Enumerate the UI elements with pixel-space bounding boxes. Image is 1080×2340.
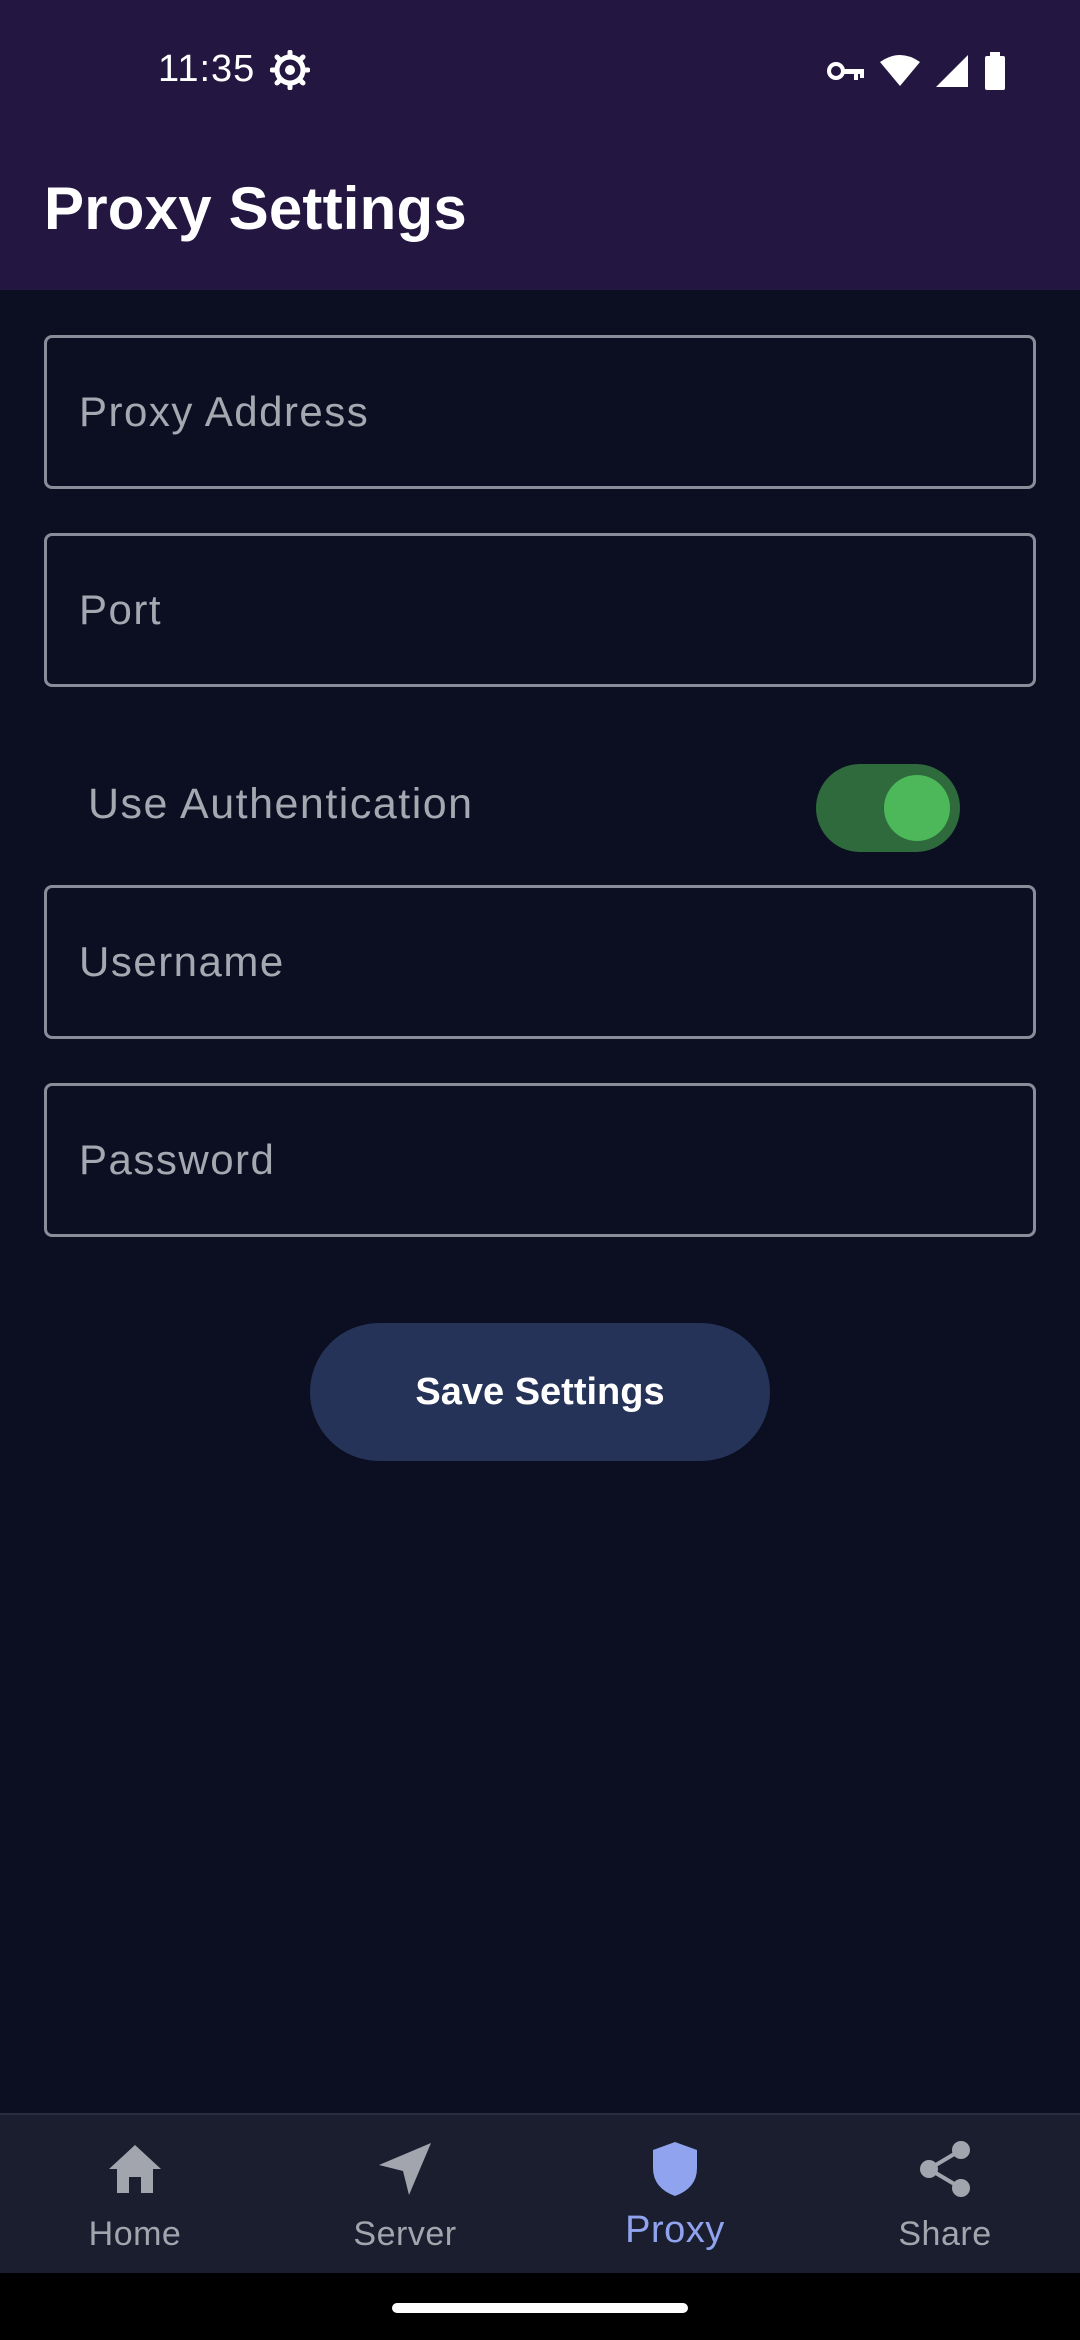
use-authentication-row: Use Authentication xyxy=(44,740,1036,870)
toggle-knob xyxy=(884,775,950,841)
password-field[interactable] xyxy=(44,1083,1036,1237)
proxy-address-field[interactable] xyxy=(44,335,1036,489)
cellular-signal-icon xyxy=(934,53,970,94)
username-input[interactable] xyxy=(47,888,1033,1036)
gesture-navigation-area xyxy=(0,2273,1080,2340)
status-bar: 11:35 xyxy=(0,0,1080,140)
page-title: Proxy Settings xyxy=(44,175,467,242)
save-settings-button[interactable]: Save Settings xyxy=(310,1323,770,1461)
shield-icon xyxy=(643,2137,707,2201)
use-authentication-toggle[interactable] xyxy=(816,764,960,852)
navigation-arrow-icon xyxy=(373,2137,437,2201)
nav-item-proxy[interactable]: Proxy xyxy=(540,2115,810,2273)
vpn-key-icon xyxy=(826,59,866,88)
port-input[interactable] xyxy=(47,536,1033,684)
status-time: 11:35 xyxy=(158,48,256,90)
nav-label-share: Share xyxy=(898,2215,992,2253)
nav-label-home: Home xyxy=(88,2215,182,2253)
settings-gear-icon xyxy=(269,49,311,91)
port-field[interactable] xyxy=(44,533,1036,687)
status-icons xyxy=(826,52,1006,95)
battery-icon xyxy=(984,52,1006,95)
nav-label-proxy: Proxy xyxy=(625,2209,725,2251)
home-icon xyxy=(103,2137,167,2201)
use-authentication-label: Use Authentication xyxy=(88,780,474,828)
bottom-navigation: Home Server Proxy Share xyxy=(0,2113,1080,2273)
app-bar: Proxy Settings xyxy=(0,140,1080,290)
gesture-handle[interactable] xyxy=(392,2303,688,2313)
proxy-address-input[interactable] xyxy=(47,338,1033,486)
username-field[interactable] xyxy=(44,885,1036,1039)
wifi-icon xyxy=(880,54,920,93)
nav-item-home[interactable]: Home xyxy=(0,2115,270,2273)
share-icon xyxy=(913,2137,977,2201)
nav-label-server: Server xyxy=(353,2215,457,2253)
nav-item-share[interactable]: Share xyxy=(810,2115,1080,2273)
nav-item-server[interactable]: Server xyxy=(270,2115,540,2273)
password-input[interactable] xyxy=(47,1086,1033,1234)
